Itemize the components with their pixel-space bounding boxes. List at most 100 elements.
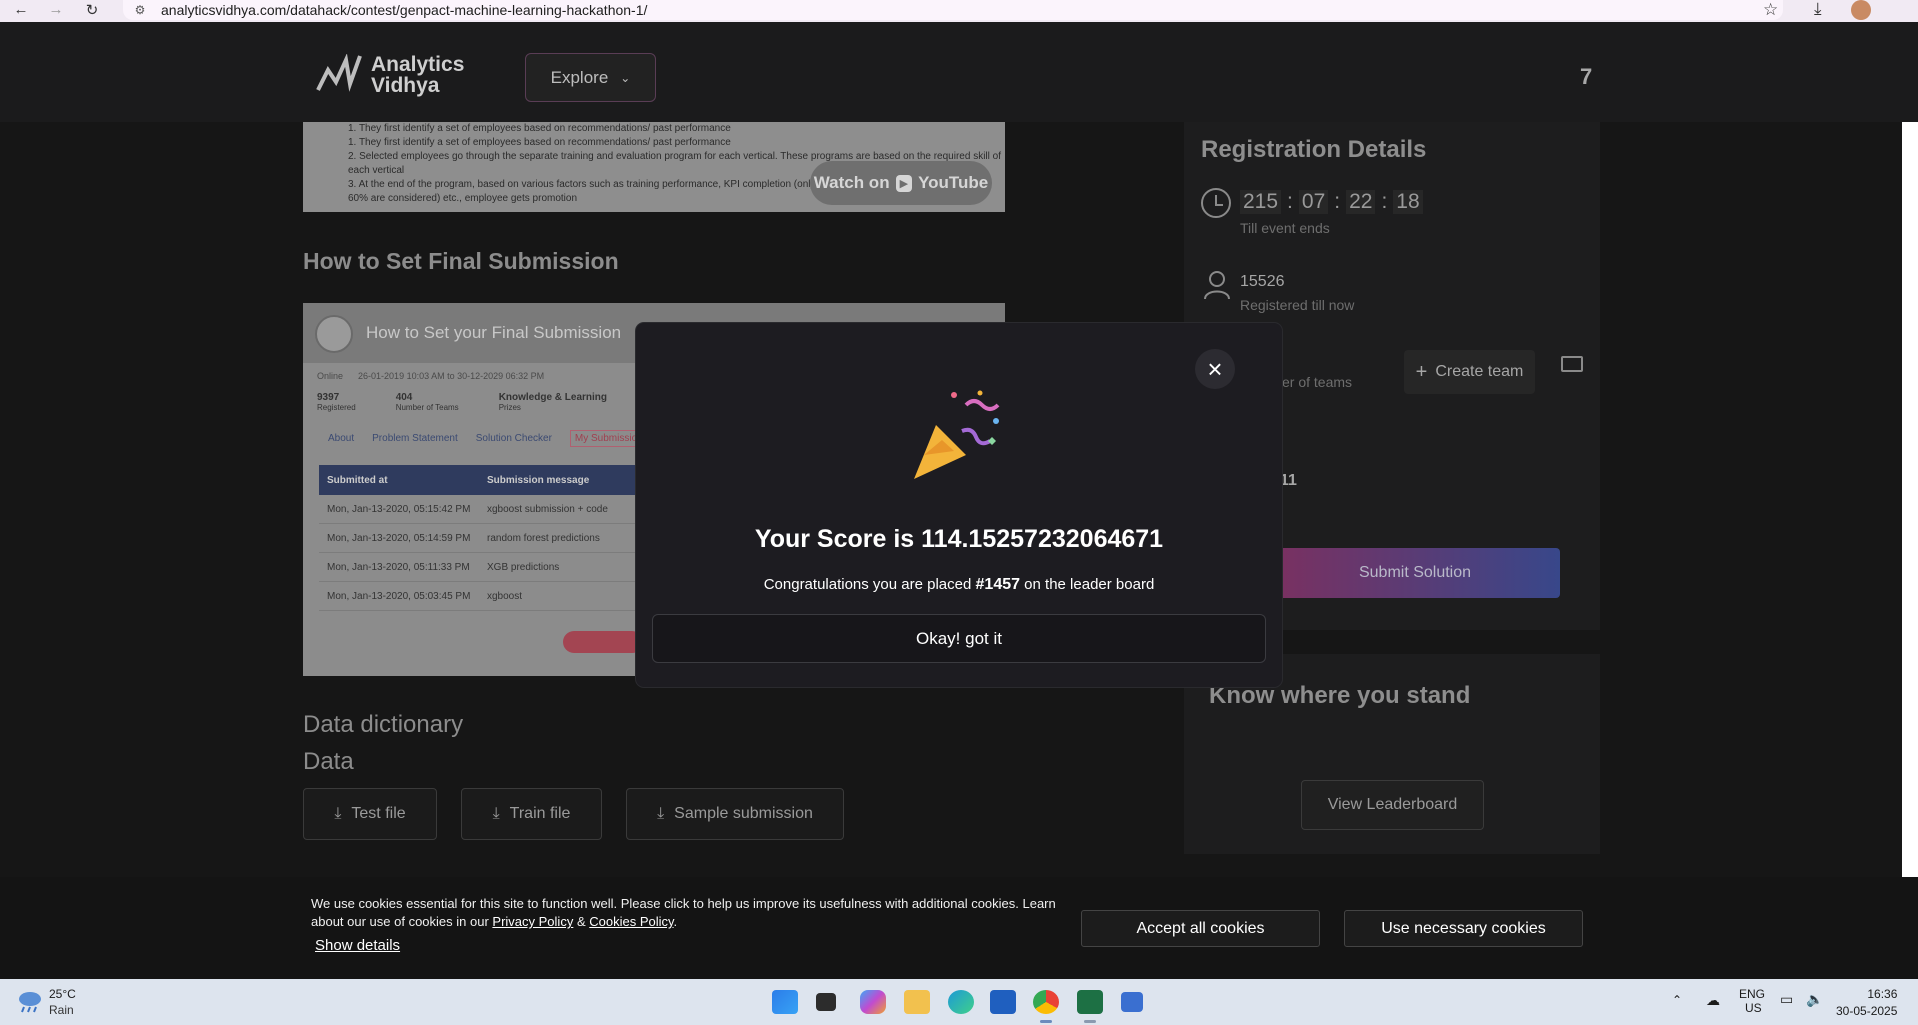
submit-solution-button[interactable]: Submit Solution bbox=[1270, 548, 1560, 598]
train-file-button[interactable]: ⤓ Train file bbox=[461, 788, 602, 840]
cookies-policy-link[interactable]: Cookies Policy bbox=[589, 914, 673, 929]
back-icon[interactable]: ← bbox=[6, 1, 36, 18]
score-title: Your Score is 114.15257232064671 bbox=[754, 525, 1164, 553]
reload-icon[interactable]: ↻ bbox=[77, 1, 107, 19]
system-clock[interactable]: 16:36 30-05-2025 bbox=[1836, 986, 1897, 1020]
sample-submission-button[interactable]: ⤓ Sample submission bbox=[626, 788, 844, 840]
show-details-link[interactable]: Show details bbox=[315, 937, 400, 954]
congrats-suffix: on the leader board bbox=[1020, 576, 1155, 593]
site-settings-icon[interactable]: ⚙ bbox=[131, 3, 149, 17]
rain-cloud-icon[interactable] bbox=[16, 988, 44, 1014]
volume-icon[interactable]: 🔈 bbox=[1806, 991, 1823, 1008]
download-icon: ⤓ bbox=[657, 805, 665, 822]
copilot-icon[interactable] bbox=[860, 990, 886, 1014]
view-leaderboard-button[interactable]: View Leaderboard bbox=[1301, 780, 1484, 830]
notification-count[interactable]: 7 bbox=[1580, 64, 1592, 90]
file-explorer-icon[interactable] bbox=[904, 990, 930, 1014]
user-icon bbox=[1204, 271, 1230, 300]
meta-dates: 26-01-2019 10:03 AM to 30-12-2029 06:32 … bbox=[358, 371, 545, 381]
windows-start-icon[interactable] bbox=[772, 990, 798, 1014]
video-text-line: 1. They first identify a set of employee… bbox=[348, 137, 731, 148]
download-icon: ⤓ bbox=[334, 805, 342, 822]
forward-icon[interactable]: → bbox=[41, 1, 71, 18]
timer-minutes: 22 bbox=[1346, 190, 1376, 214]
stat-item: 404 Number of Teams bbox=[395, 392, 459, 412]
plus-icon: + bbox=[1415, 360, 1428, 383]
task-view-icon[interactable] bbox=[816, 993, 836, 1011]
youtube-label: YouTube bbox=[918, 173, 989, 192]
create-team-button[interactable]: + Create team bbox=[1404, 350, 1535, 394]
youtube-play-icon: ▶ bbox=[895, 174, 913, 192]
accept-all-cookies-button[interactable]: Accept all cookies bbox=[1081, 910, 1320, 947]
snipping-tool-icon[interactable] bbox=[1121, 992, 1143, 1012]
video-tab: Solution Checker bbox=[475, 433, 552, 444]
downloads-icon[interactable]: ⤓ bbox=[1814, 0, 1822, 19]
windows-taskbar: 25°C Rain ⌃ ☁ ENG US ▭ 🔈 16:36 30-05-202… bbox=[0, 979, 1918, 1025]
use-necessary-cookies-button[interactable]: Use necessary cookies bbox=[1344, 910, 1583, 947]
video-text-line: 1. They first identify a set of employee… bbox=[348, 123, 731, 134]
language-indicator[interactable]: ENG US bbox=[1739, 987, 1765, 1015]
open-app-indicator bbox=[1084, 1020, 1096, 1023]
video-embed-top[interactable]: 1. They first identify a set of employee… bbox=[303, 122, 1005, 212]
stat-item: Knowledge & Learning Prizes bbox=[498, 392, 608, 412]
registration-title: Registration Details bbox=[1201, 136, 1427, 163]
video-tabs: About Problem Statement Solution Checker… bbox=[328, 430, 653, 447]
video-tab: Problem Statement bbox=[372, 433, 458, 444]
chrome-browser-icon[interactable] bbox=[1033, 990, 1059, 1014]
data-dictionary-heading: Data dictionary bbox=[303, 711, 464, 738]
video-title[interactable]: How to Set your Final Submission bbox=[366, 323, 621, 343]
chevron-down-icon: ⌄ bbox=[620, 70, 631, 85]
test-file-label: Test file bbox=[351, 805, 406, 822]
close-icon[interactable]: × bbox=[1195, 349, 1235, 389]
test-file-button[interactable]: ⤓ Test file bbox=[303, 788, 437, 840]
party-popper-icon bbox=[914, 390, 1000, 479]
site-header bbox=[0, 22, 1918, 122]
watch-on-youtube-button[interactable]: Watch on ▶ YouTube bbox=[810, 161, 992, 205]
registered-note: Registered till now bbox=[1240, 297, 1355, 313]
stat-item: 9397 Registered bbox=[317, 392, 356, 412]
clock-icon bbox=[1201, 188, 1231, 218]
timer-hours: 07 bbox=[1298, 190, 1329, 214]
channel-avatar[interactable] bbox=[315, 315, 353, 353]
timer-seconds: 18 bbox=[1393, 190, 1423, 214]
train-file-label: Train file bbox=[509, 805, 571, 822]
cookie-text: We use cookies essential for this site t… bbox=[311, 896, 1056, 929]
profile-avatar[interactable] bbox=[1851, 0, 1871, 20]
site-logo-text[interactable]: Analytics Vidhya bbox=[371, 54, 464, 96]
partial-value: 11 bbox=[1280, 472, 1297, 489]
weather-desc[interactable]: Rain bbox=[49, 1003, 74, 1017]
url-text[interactable]: analyticsvidhya.com/datahack/contest/gen… bbox=[161, 2, 647, 18]
create-team-label: Create team bbox=[1435, 363, 1524, 380]
video-stats: 9397 Registered 404 Number of Teams Knowle… bbox=[317, 392, 607, 412]
timer-days: 215 bbox=[1240, 190, 1282, 214]
section-title-final-submission: How to Set Final Submission bbox=[303, 248, 619, 274]
okay-got-it-button[interactable]: Okay! got it bbox=[652, 614, 1266, 663]
explore-dropdown[interactable]: Explore ⌄ bbox=[525, 53, 656, 102]
video-meta: Online 26-01-2019 10:03 AM to 30-12-2029… bbox=[317, 371, 544, 381]
meta-online: Online bbox=[317, 371, 344, 381]
browser-toolbar: ← → ↻ ⚙ analyticsvidhya.com/datahack/con… bbox=[0, 0, 1918, 22]
cookie-message: We use cookies essential for this site t… bbox=[311, 896, 1056, 929]
edge-browser-icon[interactable] bbox=[948, 990, 974, 1014]
page-scrollbar[interactable] bbox=[1902, 122, 1918, 877]
weather-temp[interactable]: 25°C bbox=[49, 987, 76, 1001]
logo-line2: Vidhya bbox=[371, 74, 440, 97]
analytics-vidhya-logo-icon[interactable] bbox=[316, 54, 362, 94]
active-app-indicator bbox=[1040, 1020, 1052, 1023]
excel-icon[interactable] bbox=[1077, 990, 1103, 1014]
registered-count: 15526 bbox=[1240, 273, 1285, 290]
privacy-policy-link[interactable]: Privacy Policy bbox=[492, 914, 573, 929]
bookmark-star-icon[interactable]: ☆ bbox=[1763, 0, 1778, 20]
network-icon[interactable]: ▭ bbox=[1780, 991, 1793, 1008]
address-bar[interactable]: ⚙ analyticsvidhya.com/datahack/contest/g… bbox=[123, 0, 1783, 20]
mail-icon[interactable] bbox=[1561, 356, 1583, 372]
video-red-button bbox=[563, 631, 643, 653]
store-icon[interactable] bbox=[990, 990, 1016, 1014]
watch-on-label: Watch on bbox=[813, 173, 890, 192]
teams-note: er of teams bbox=[1282, 374, 1353, 390]
timer-note: Till event ends bbox=[1240, 220, 1330, 236]
cookie-and: & bbox=[576, 914, 586, 929]
onedrive-icon[interactable]: ☁ bbox=[1706, 992, 1720, 1009]
congrats-text: Congratulations you are placed #1457 on … bbox=[636, 576, 1282, 594]
chevron-up-icon[interactable]: ⌃ bbox=[1672, 993, 1682, 1007]
